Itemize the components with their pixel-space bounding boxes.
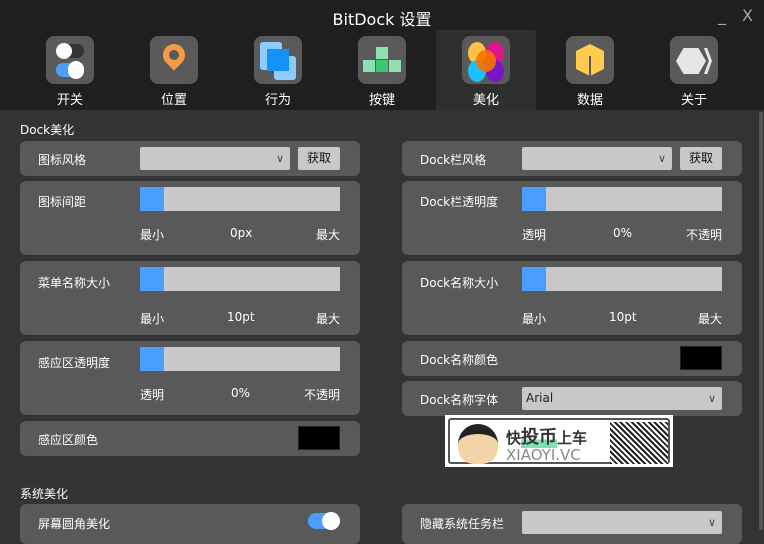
ad-text: 快 xyxy=(506,429,522,447)
tab-beautify[interactable]: 美化 xyxy=(436,30,536,110)
slider-thumb[interactable] xyxy=(140,267,164,291)
tab-data[interactable]: 数据 xyxy=(540,30,640,110)
minimize-button[interactable]: _ xyxy=(718,6,726,25)
sense-opacity-label: 感应区透明度 xyxy=(38,356,111,370)
slider-thumb[interactable] xyxy=(140,187,164,211)
bar-style-label: Dock栏风格 xyxy=(420,153,487,167)
ad-url: XIAOYI.VC xyxy=(506,446,581,464)
value-label: 0% xyxy=(231,386,251,400)
tab-behavior[interactable]: 行为 xyxy=(228,30,328,110)
tab-label: 关于 xyxy=(680,93,707,108)
bar-opacity-label: Dock栏透明度 xyxy=(420,195,499,209)
sense-color-label: 感应区颜色 xyxy=(38,433,99,447)
tab-keys[interactable]: 按键 xyxy=(332,30,432,110)
scrollbar[interactable] xyxy=(759,112,763,530)
max-label: 最大 xyxy=(316,312,341,326)
close-button[interactable]: X xyxy=(742,6,753,25)
hide-taskbar-label: 隐藏系统任务栏 xyxy=(420,517,505,531)
palette-icon xyxy=(462,36,510,84)
chevron-down-icon: ∨ xyxy=(275,152,284,165)
bar-style-fetch-button[interactable]: 获取 xyxy=(680,147,722,170)
max-label: 不透明 xyxy=(686,228,723,242)
max-label: 不透明 xyxy=(304,388,341,402)
icon-style-select[interactable]: ∨ xyxy=(140,147,290,170)
location-pin-icon xyxy=(150,36,198,84)
chevron-down-icon: ∨ xyxy=(707,516,716,529)
value-label: 10pt xyxy=(227,310,255,324)
min-label: 最小 xyxy=(140,312,165,326)
promo-banner[interactable]: 快投币上车 XIAOYI.VC xyxy=(445,415,673,467)
name-font-select[interactable]: Arial ∨ xyxy=(522,387,722,410)
avatar xyxy=(458,424,498,464)
toggle-icon xyxy=(46,36,94,84)
name-size-slider[interactable] xyxy=(522,267,722,291)
sense-color-swatch[interactable] xyxy=(298,426,340,450)
qr-code-icon xyxy=(610,422,668,464)
name-size-label: Dock名称大小 xyxy=(420,276,499,290)
slider-thumb[interactable] xyxy=(522,267,546,291)
value-label: 0px xyxy=(230,226,253,240)
window-title: BitDock 设置 xyxy=(332,10,432,29)
tab-label: 按键 xyxy=(368,93,395,108)
keys-icon xyxy=(358,36,406,84)
tab-label: 数据 xyxy=(576,93,603,108)
chevron-down-icon: ∨ xyxy=(707,392,716,405)
tab-label: 位置 xyxy=(160,93,187,108)
ad-text: 上车 xyxy=(557,429,588,447)
value-label: 10pt xyxy=(609,310,637,324)
copy-icon xyxy=(254,36,302,84)
icon-style-label: 图标风格 xyxy=(38,153,87,167)
hide-taskbar-select[interactable]: ∨ xyxy=(522,511,722,534)
hexagon-icon xyxy=(670,36,718,84)
tab-label: 美化 xyxy=(472,93,499,108)
menu-font-size-slider[interactable] xyxy=(140,267,340,291)
tab-label: 行为 xyxy=(264,93,291,108)
value-label: 0% xyxy=(613,226,633,240)
min-label: 最小 xyxy=(140,228,165,242)
section-title-dock: Dock美化 xyxy=(20,123,75,137)
box-icon xyxy=(566,36,614,84)
menu-font-size-label: 菜单名称大小 xyxy=(38,276,111,290)
max-label: 最大 xyxy=(698,312,723,326)
icon-spacing-slider[interactable] xyxy=(140,187,340,211)
tab-position[interactable]: 位置 xyxy=(124,30,224,110)
section-title-system: 系统美化 xyxy=(20,487,69,501)
sense-opacity-slider[interactable] xyxy=(140,347,340,371)
icon-style-fetch-button[interactable]: 获取 xyxy=(298,147,340,170)
bar-style-select[interactable]: ∨ xyxy=(522,147,672,170)
max-label: 最大 xyxy=(316,228,341,242)
round-corners-toggle[interactable] xyxy=(308,512,340,530)
slider-thumb[interactable] xyxy=(522,187,546,211)
name-font-label: Dock名称字体 xyxy=(420,393,499,407)
name-color-label: Dock名称颜色 xyxy=(420,353,499,367)
icon-spacing-label: 图标间距 xyxy=(38,195,87,209)
ad-text: 投币 xyxy=(521,427,558,448)
tab-label: 开关 xyxy=(56,93,83,108)
tab-switch[interactable]: 开关 xyxy=(20,30,120,110)
name-color-swatch[interactable] xyxy=(680,346,722,370)
min-label: 透明 xyxy=(140,388,165,402)
slider-thumb[interactable] xyxy=(140,347,164,371)
round-corners-label: 屏幕圆角美化 xyxy=(38,517,111,531)
min-label: 最小 xyxy=(522,312,547,326)
tab-about[interactable]: 关于 xyxy=(644,30,744,110)
bar-opacity-slider[interactable] xyxy=(522,187,722,211)
min-label: 透明 xyxy=(522,228,547,242)
chevron-down-icon: ∨ xyxy=(657,152,666,165)
